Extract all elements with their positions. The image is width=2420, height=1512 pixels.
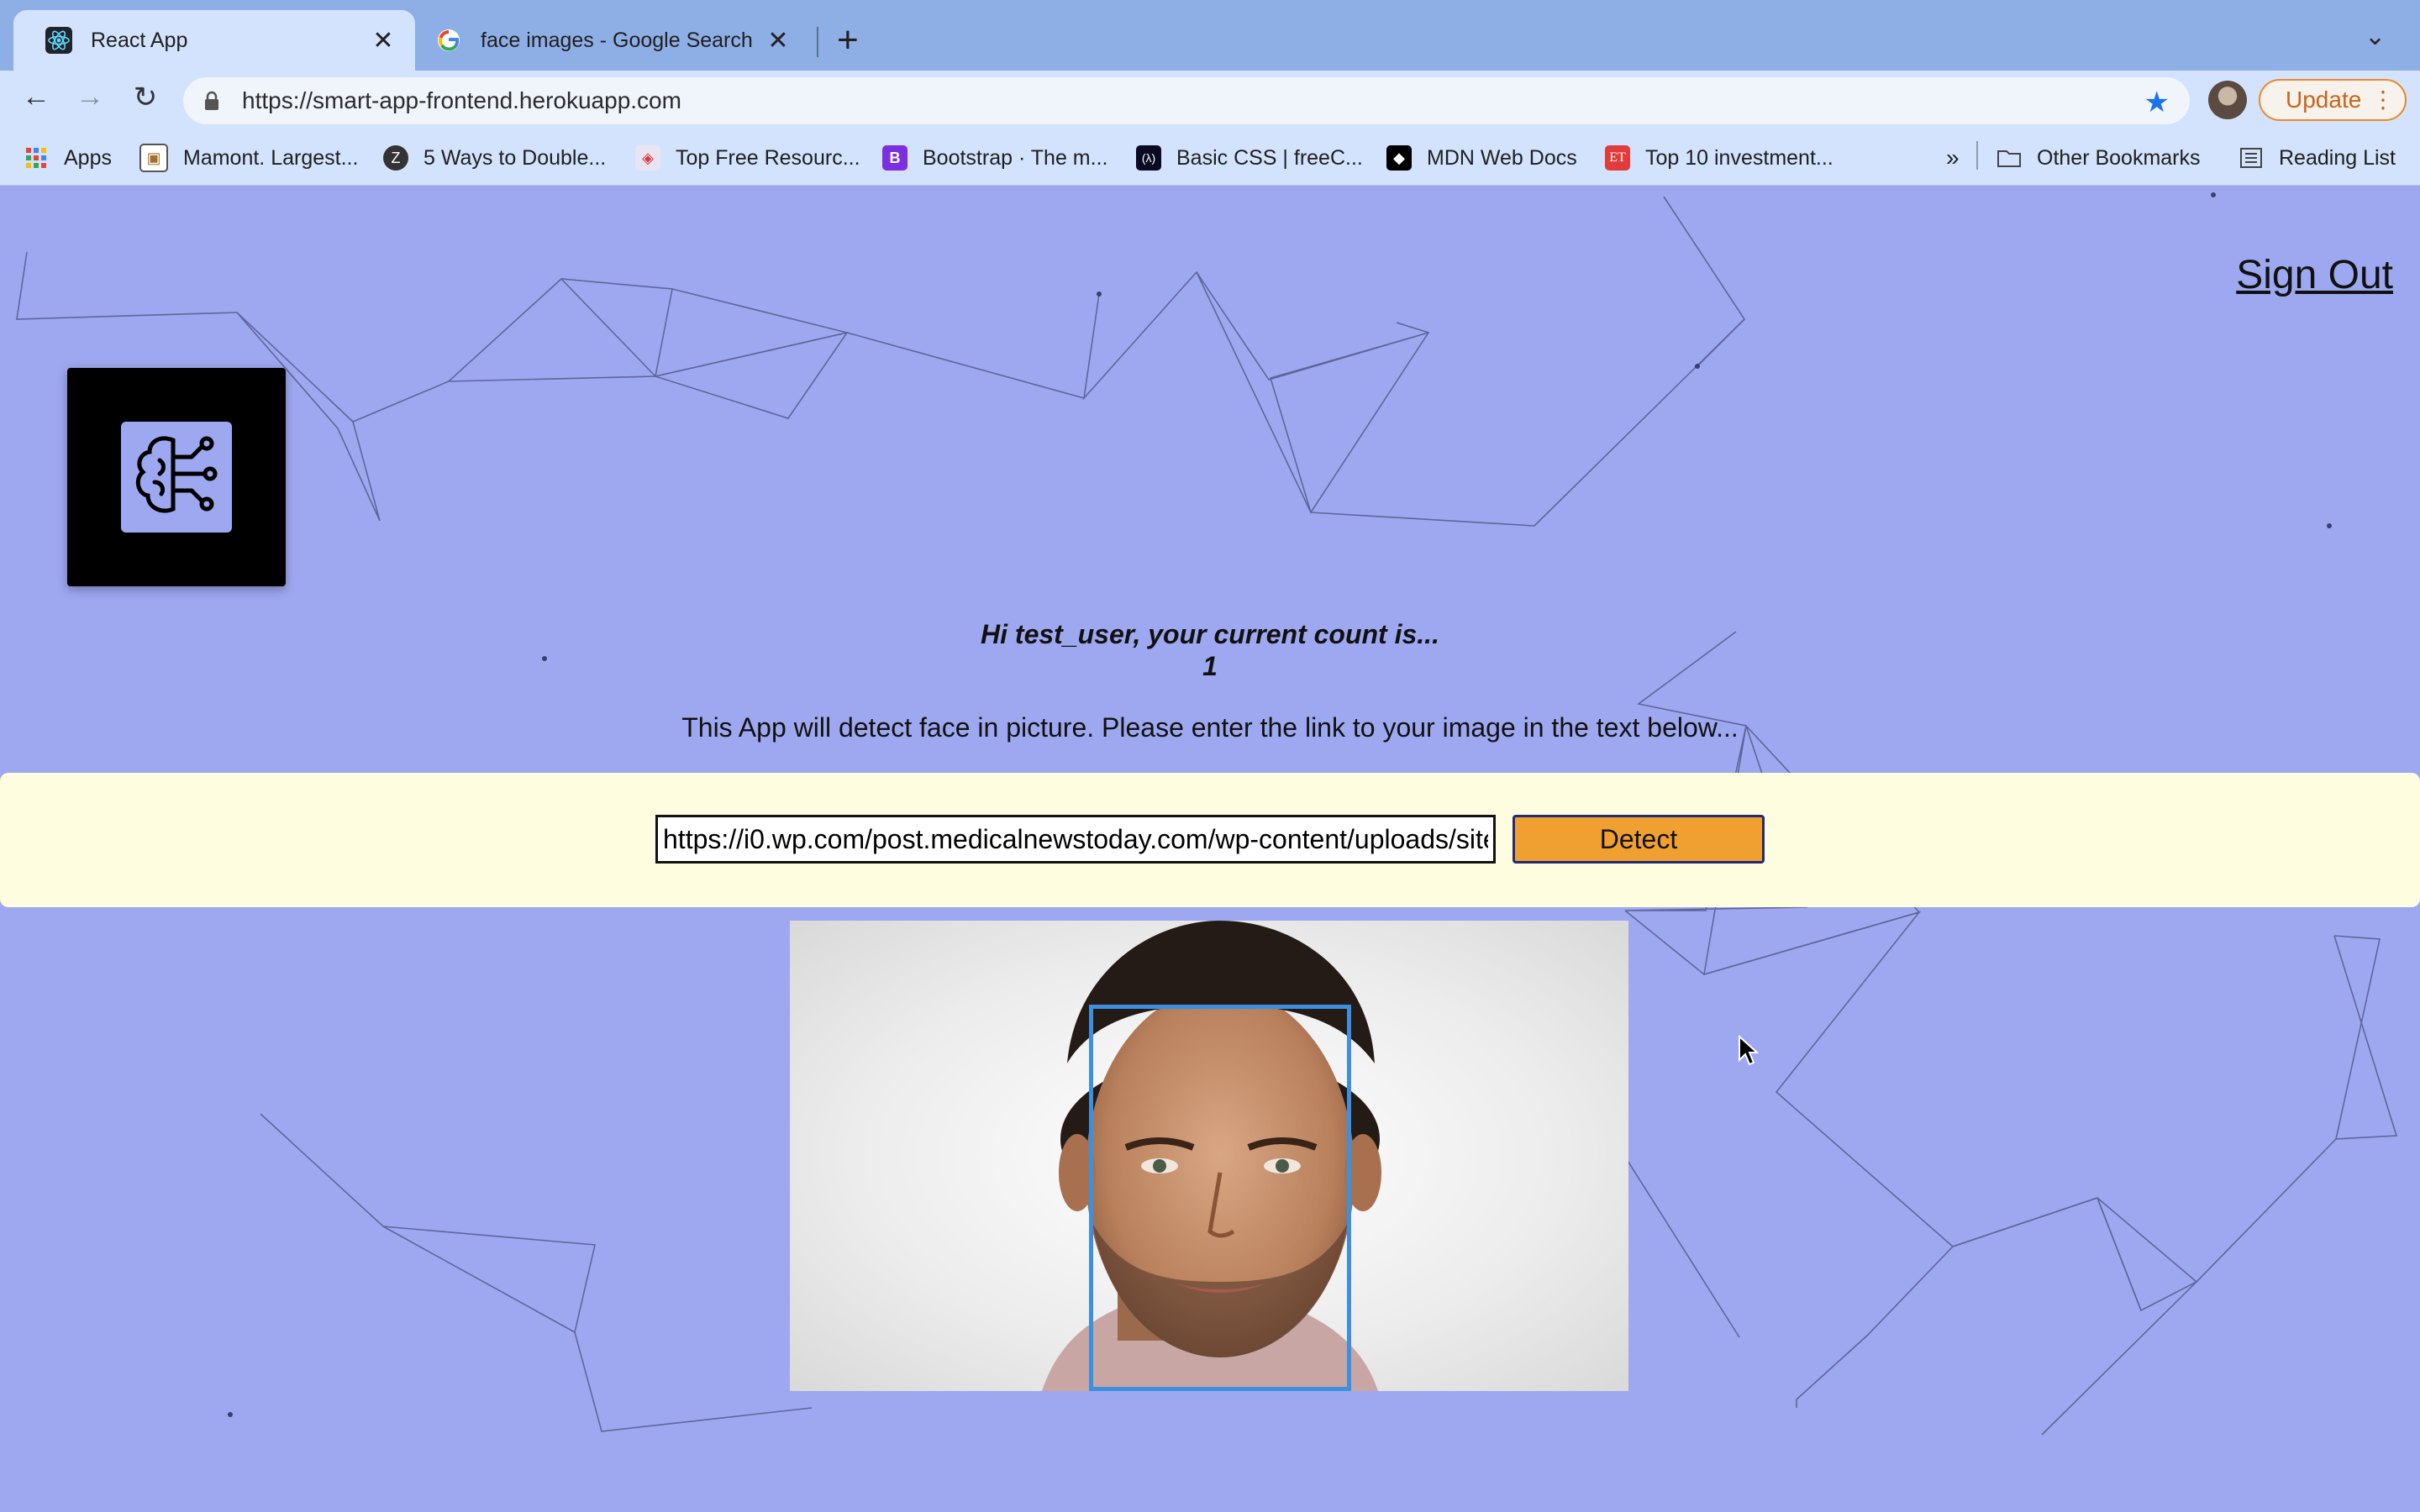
resources-icon: ◈ xyxy=(635,145,660,171)
tab-google-search[interactable]: face images - Google Search ✕ xyxy=(415,10,810,71)
close-tab-icon[interactable]: ✕ xyxy=(368,26,398,55)
reload-icon[interactable]: ↻ xyxy=(126,81,165,114)
face-bounding-box xyxy=(1089,1005,1351,1391)
bookmarks-overflow[interactable]: » xyxy=(1946,143,1960,173)
brain-icon xyxy=(135,436,218,513)
bookmark-label: Apps xyxy=(64,145,112,170)
bookmark-label: 5 Ways to Double... xyxy=(424,145,607,170)
react-icon xyxy=(45,27,72,54)
menu-dots-icon[interactable]: ⋮ xyxy=(2371,86,2395,113)
image-url-input[interactable] xyxy=(655,815,1496,864)
bookmark-top-free-resources[interactable]: ◈ Top Free Resourc... xyxy=(635,143,860,173)
update-button[interactable]: Update ⋮ xyxy=(2259,79,2407,121)
other-bookmarks[interactable]: Other Bookmarks xyxy=(1996,143,2201,173)
bookmark-bootstrap[interactable]: B Bootstrap · The m... xyxy=(882,143,1107,173)
app-logo[interactable] xyxy=(67,368,286,586)
bookmark-label: Top 10 investment... xyxy=(1645,145,1833,170)
greeting-text: Hi test_user, your current count is... xyxy=(981,619,1439,649)
bookmark-apps[interactable]: Apps xyxy=(24,143,112,173)
tab-title: face images - Google Search xyxy=(481,28,753,52)
detect-button[interactable]: Detect xyxy=(1512,815,1765,864)
mdn-icon: ◆ xyxy=(1386,145,1412,171)
forward-arrow-icon[interactable]: → xyxy=(71,81,109,113)
tab-search-chevron-icon[interactable]: ⌄ xyxy=(2365,22,2386,51)
bookmarks-divider xyxy=(1976,141,1978,170)
bookmark-mamont[interactable]: ▣ Mamont. Largest... xyxy=(139,143,358,173)
lock-icon[interactable] xyxy=(203,91,220,111)
bookmark-top-10-investment[interactable]: ET Top 10 investment... xyxy=(1605,143,1833,173)
bookmark-label: MDN Web Docs xyxy=(1427,145,1577,170)
bookmark-label: Top Free Resourc... xyxy=(676,145,860,170)
intro-text: This App will detect face in picture. Pl… xyxy=(681,712,1739,743)
bookmark-label: Other Bookmarks xyxy=(2037,145,2201,170)
reading-list-icon xyxy=(2240,148,2262,168)
bookmark-5-ways[interactable]: Z 5 Ways to Double... xyxy=(383,143,606,173)
bookmarks-bar: Apps ▣ Mamont. Largest... Z 5 Ways to Do… xyxy=(0,129,2420,186)
brain-circuit-logo xyxy=(121,422,232,533)
bookmark-label: Reading List xyxy=(2279,145,2396,170)
entry-count: 1 xyxy=(1202,651,1218,681)
sign-out-link[interactable]: Sign Out xyxy=(2236,252,2393,298)
tab-divider xyxy=(817,27,818,57)
mamont-icon: ▣ xyxy=(139,144,168,172)
bookmark-basic-css[interactable]: (λ) Basic CSS | freeC... xyxy=(1136,143,1363,173)
update-label: Update xyxy=(2286,87,2362,113)
tab-title: React App xyxy=(91,28,188,52)
folder-icon xyxy=(1997,150,2021,167)
address-bar[interactable]: https://smart-app-frontend.herokuapp.com… xyxy=(183,77,2190,124)
tab-bar: React App ✕ face images - Google Search … xyxy=(0,0,2420,71)
new-tab-plus-icon[interactable]: + xyxy=(837,18,859,62)
url-text[interactable]: https://smart-app-frontend.herokuapp.com xyxy=(242,87,681,114)
overflow-chevron-icon: » xyxy=(1946,144,1960,171)
app-page: Sign Out Hi test_user, your current coun… xyxy=(0,185,2420,1512)
freecodecamp-icon: (λ) xyxy=(1136,145,1161,171)
apps-grid-icon xyxy=(26,148,46,168)
profile-avatar[interactable] xyxy=(2208,81,2247,119)
bookmark-mdn[interactable]: ◆ MDN Web Docs xyxy=(1386,143,1577,173)
user-greeting: Hi test_user, your current count is... 1 xyxy=(0,618,2420,682)
bookmark-label: Mamont. Largest... xyxy=(183,145,359,170)
back-arrow-icon[interactable]: ← xyxy=(17,81,55,113)
browser-toolbar: ← → ↻ https://smart-app-frontend.herokua… xyxy=(0,71,2420,129)
ways-icon: Z xyxy=(383,145,408,171)
google-icon xyxy=(438,29,460,51)
mouse-cursor-icon xyxy=(1739,1035,1760,1066)
tab-react-app[interactable]: React App ✕ xyxy=(13,10,415,71)
image-link-form: Detect xyxy=(0,773,2420,907)
bookmark-label: Bootstrap · The m... xyxy=(923,145,1108,170)
close-tab-icon[interactable]: ✕ xyxy=(763,26,793,55)
bootstrap-icon: B xyxy=(882,145,908,171)
bookmark-star-icon[interactable]: ★ xyxy=(2144,86,2170,119)
et-icon: ET xyxy=(1605,145,1630,171)
reading-list[interactable]: Reading List xyxy=(2238,143,2396,173)
bookmark-label: Basic CSS | freeC... xyxy=(1176,145,1363,170)
